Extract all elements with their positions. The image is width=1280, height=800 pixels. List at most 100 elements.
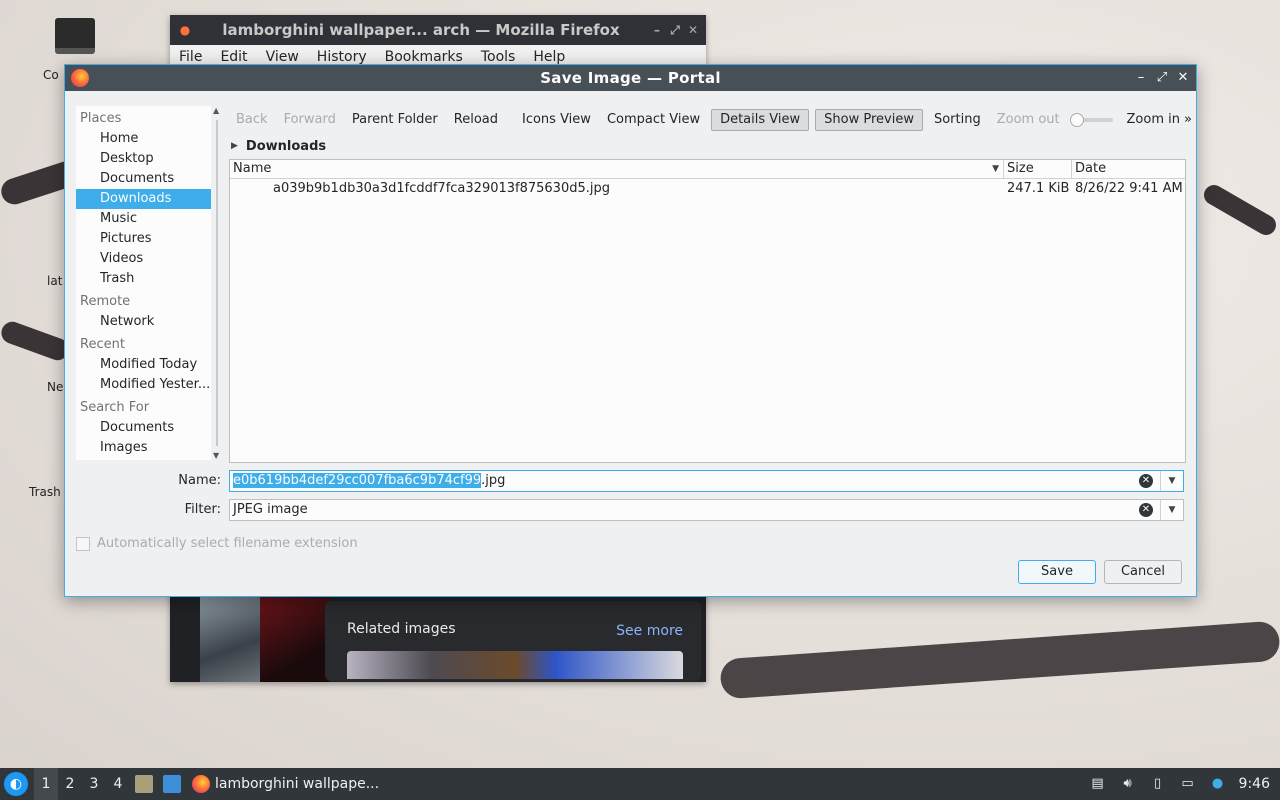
firefox-titlebar[interactable]: ● lamborghini wallpaper... arch — Mozill… xyxy=(170,15,706,45)
reload-button[interactable]: Reload xyxy=(446,109,506,131)
page-content: Related images See more xyxy=(170,597,706,682)
sidebar-item-downloads[interactable]: Downloads xyxy=(76,189,211,209)
display-icon[interactable]: ▭ xyxy=(1179,776,1197,792)
sidebar-item-videos[interactable]: Videos xyxy=(76,249,211,269)
show-desktop-icon[interactable] xyxy=(163,775,181,793)
places-section-header: Remote xyxy=(80,294,131,309)
wallpaper-branch xyxy=(1200,181,1280,239)
image-thumbnail[interactable] xyxy=(200,597,260,682)
checkbox-box[interactable] xyxy=(76,536,90,551)
desktop-icon-trash[interactable]: Trash xyxy=(0,485,70,499)
filter-value: JPEG image xyxy=(233,502,308,517)
related-images-title: Related images xyxy=(347,621,456,637)
close-icon[interactable]: ✕ xyxy=(684,23,702,37)
forward-button[interactable]: Forward xyxy=(276,109,344,131)
details-view-button[interactable]: Details View xyxy=(711,109,810,131)
dialog-titlebar[interactable]: Save Image — Portal – ⤢ ✕ xyxy=(65,65,1196,91)
firefox-logo-icon xyxy=(192,775,210,793)
table-row[interactable]: a039b9b1db30a3d1fcddf7fca329013f875630d5… xyxy=(230,179,1185,199)
parent-folder-button[interactable]: Parent Folder xyxy=(344,109,446,131)
menu-help[interactable]: Help xyxy=(524,49,574,65)
scroll-up-icon[interactable]: ▲ xyxy=(213,106,219,115)
workspace-3[interactable]: 3 xyxy=(82,768,106,800)
workspace-1[interactable]: 1 xyxy=(34,768,58,800)
sidebar-item-search-images[interactable]: Images xyxy=(76,438,211,458)
clear-icon[interactable]: ✕ xyxy=(1139,503,1153,517)
start-menu-icon[interactable]: ◐ xyxy=(4,772,28,796)
sort-desc-icon: ▼ xyxy=(992,164,999,174)
workspace-4[interactable]: 4 xyxy=(106,768,130,800)
info-icon[interactable]: ● xyxy=(1209,776,1227,792)
file-list-header: Name ▼ Size Date xyxy=(230,160,1185,179)
see-more-link[interactable]: See more xyxy=(616,623,683,639)
places-panel: Places Home Desktop Documents Downloads Music… xyxy=(76,106,211,460)
sidebar-item-pictures[interactable]: Pictures xyxy=(76,229,211,249)
column-date[interactable]: Date xyxy=(1072,160,1185,178)
column-name[interactable]: Name ▼ xyxy=(230,160,1004,178)
sidebar-item-modified-yesterday[interactable]: Modified Yester... xyxy=(76,375,211,395)
file-name: a039b9b1db30a3d1fcddf7fca329013f875630d5… xyxy=(273,181,610,196)
menu-bookmarks[interactable]: Bookmarks xyxy=(376,49,472,65)
clipboard-icon[interactable]: ▤ xyxy=(1089,776,1107,792)
filename-selected-text: e0b619bb4def29cc007fba6c9b74cf99 xyxy=(233,473,482,488)
menu-view[interactable]: View xyxy=(257,49,308,65)
breadcrumb[interactable]: ▶ Downloads xyxy=(231,137,326,155)
chevron-down-icon[interactable]: ▼ xyxy=(1160,471,1183,491)
scroll-down-icon[interactable]: ▼ xyxy=(213,451,219,460)
sidebar-item-trash[interactable]: Trash xyxy=(76,269,211,289)
sidebar-item-documents[interactable]: Documents xyxy=(76,169,211,189)
notes-icon[interactable]: ▯ xyxy=(1149,776,1167,792)
sidebar-item-network[interactable]: Network xyxy=(76,312,211,332)
taskbar-task-firefox[interactable]: lamborghini wallpape... xyxy=(186,768,385,800)
volume-icon[interactable]: 🔊︎ xyxy=(1119,776,1137,792)
maximize-icon[interactable]: ⤢ xyxy=(1153,69,1171,87)
filter-select[interactable]: JPEG image ✕ ▼ xyxy=(229,499,1184,521)
taskbar: ◐ 1 2 3 4 lamborghini wallpape... ▤ 🔊︎ ▯… xyxy=(0,768,1280,800)
minimize-icon[interactable]: – xyxy=(1132,69,1150,87)
firefox-title: lamborghini wallpaper... arch — Mozilla … xyxy=(222,21,620,39)
workspace-2[interactable]: 2 xyxy=(58,768,82,800)
menu-history[interactable]: History xyxy=(308,49,376,65)
menu-file[interactable]: File xyxy=(170,49,211,65)
icons-view-button[interactable]: Icons View xyxy=(514,109,599,131)
back-button[interactable]: Back xyxy=(228,109,276,131)
compact-view-button[interactable]: Compact View xyxy=(599,109,708,131)
file-manager-icon[interactable] xyxy=(135,775,153,793)
maximize-icon[interactable]: ⤢ xyxy=(666,23,684,38)
clock[interactable]: 9:46 xyxy=(1239,776,1270,792)
filename-input[interactable]: e0b619bb4def29cc007fba6c9b74cf99.jpg ✕ ▼ xyxy=(229,470,1184,492)
cancel-button[interactable]: Cancel xyxy=(1104,560,1182,584)
menu-edit[interactable]: Edit xyxy=(211,49,256,65)
scrollbar-track[interactable] xyxy=(216,120,218,446)
image-thumbnail[interactable] xyxy=(260,597,330,682)
zoom-slider[interactable] xyxy=(1069,113,1113,127)
column-size[interactable]: Size xyxy=(1004,160,1072,178)
places-scrollbar[interactable]: ▲ ▼ xyxy=(211,106,223,460)
show-preview-button[interactable]: Show Preview xyxy=(815,109,923,131)
sorting-button[interactable]: Sorting xyxy=(926,109,989,131)
chevron-down-icon[interactable]: ▼ xyxy=(1160,500,1183,520)
toolbar-overflow-icon[interactable]: » xyxy=(1178,107,1198,133)
auto-extension-checkbox[interactable]: Automatically select filename extension xyxy=(76,536,358,551)
file-date: 8/26/22 9:41 AM xyxy=(1075,181,1183,196)
filter-label: Filter: xyxy=(184,502,221,517)
sidebar-item-home[interactable]: Home xyxy=(76,129,211,149)
close-icon[interactable]: ✕ xyxy=(1174,69,1192,87)
sidebar-item-desktop[interactable]: Desktop xyxy=(76,149,211,169)
dialog-title: Save Image — Portal xyxy=(540,69,721,87)
slider-handle[interactable] xyxy=(1069,113,1084,127)
clear-icon[interactable]: ✕ xyxy=(1139,474,1153,488)
chevron-right-icon: ▶ xyxy=(231,141,238,151)
menu-tools[interactable]: Tools xyxy=(472,49,525,65)
breadcrumb-downloads[interactable]: Downloads xyxy=(246,139,326,154)
save-button[interactable]: Save xyxy=(1018,560,1096,584)
sidebar-item-modified-today[interactable]: Modified Today xyxy=(76,355,211,375)
places-section-header: Places xyxy=(80,111,122,126)
sidebar-item-search-documents[interactable]: Documents xyxy=(76,418,211,438)
zoom-out-button[interactable]: Zoom out xyxy=(989,109,1068,131)
sidebar-item-music[interactable]: Music xyxy=(76,209,211,229)
minimize-icon[interactable]: – xyxy=(648,23,666,37)
places-section-header: Search For xyxy=(80,400,150,415)
related-image-strip[interactable] xyxy=(347,651,683,679)
name-label: Name: xyxy=(178,473,221,488)
